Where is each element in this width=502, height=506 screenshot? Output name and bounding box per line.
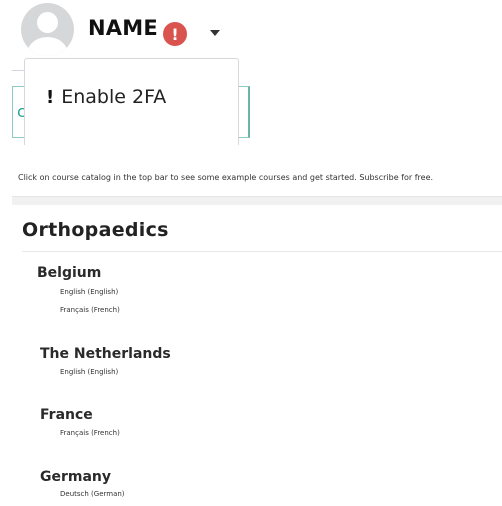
country-belgium: Belgium: [37, 265, 102, 281]
avatar-body: [27, 37, 68, 56]
menu-item-label: Enable 2FA: [61, 86, 167, 108]
chevron-down-icon[interactable]: [210, 30, 220, 36]
header-divider: [12, 70, 24, 71]
country-germany: Germany: [40, 469, 112, 485]
exclamation-icon: !: [46, 87, 55, 108]
menu-item-enable-2fa[interactable]: ! Enable 2FA: [46, 86, 166, 108]
info-divider: [12, 196, 502, 205]
info-message: Click on course catalog in the top bar t…: [18, 173, 434, 182]
country-france: France: [40, 407, 93, 423]
section-divider: [22, 251, 502, 252]
alert-icon[interactable]: !: [163, 22, 187, 46]
user-name[interactable]: NAME: [88, 16, 158, 40]
course-link-belgium-french[interactable]: Français (French): [60, 306, 120, 314]
avatar-head: [37, 12, 58, 33]
section-title: Orthopaedics: [22, 219, 169, 241]
course-link-belgium-english[interactable]: English (English): [60, 288, 118, 296]
country-netherlands: The Netherlands: [40, 346, 171, 362]
course-link-netherlands-english[interactable]: English (English): [60, 368, 118, 376]
course-link-germany-german[interactable]: Deutsch (German): [60, 490, 125, 498]
user-avatar-icon[interactable]: [21, 3, 74, 56]
course-link-france-french[interactable]: Français (French): [60, 429, 120, 437]
